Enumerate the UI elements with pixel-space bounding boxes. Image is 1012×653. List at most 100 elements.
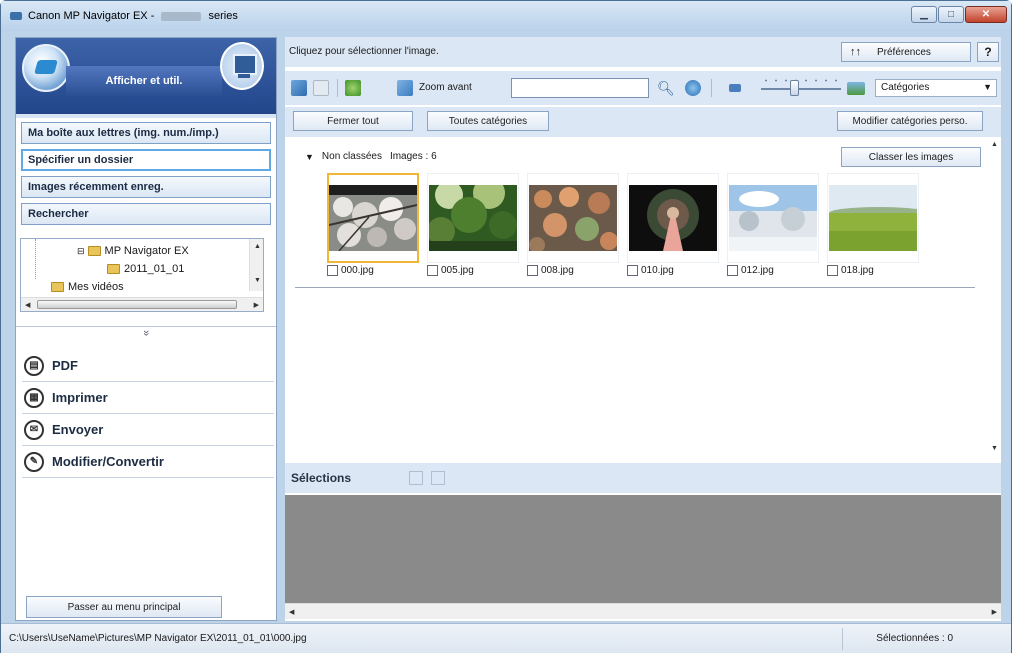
- scroll-right-icon[interactable]: ▶: [254, 301, 259, 309]
- navigator-logo-icon[interactable]: [22, 44, 70, 92]
- scroll-up-icon[interactable]: ▲: [254, 243, 261, 250]
- tree-node-date-folder[interactable]: 2011_01_01: [107, 263, 184, 275]
- selections-horizontal-scrollbar[interactable]: ◀ ▶: [285, 603, 1001, 619]
- thumbnail-card[interactable]: 005.jpg: [427, 173, 519, 283]
- nav-item-recent-images[interactable]: Images récemment enreg.: [21, 176, 271, 198]
- expand-chevron-icon[interactable]: »: [140, 330, 152, 336]
- nav-item-specify-folder[interactable]: Spécifier un dossier: [21, 149, 271, 171]
- thumbnail-vertical-scrollbar[interactable]: ▲ ▼: [987, 137, 1001, 457]
- group-count: Images : 6: [389, 151, 437, 162]
- thumbnail-checkbox[interactable]: [627, 265, 638, 276]
- title-bar[interactable]: Canon MP Navigator EX - series ▁ □ ✕: [1, 1, 1011, 31]
- chevron-down-icon: ▼: [983, 82, 992, 92]
- thumbnail-checkbox[interactable]: [327, 265, 338, 276]
- thumbnail-frame[interactable]: [427, 173, 519, 263]
- image-filename: 010.jpg: [641, 265, 674, 276]
- category-select[interactable]: Catégories ▼: [875, 79, 997, 97]
- thumbnail-checkbox[interactable]: [427, 265, 438, 276]
- help-button[interactable]: ?: [977, 42, 999, 62]
- thumbnail-card[interactable]: 012.jpg: [727, 173, 819, 283]
- thumbnail-frame[interactable]: [327, 173, 419, 263]
- forest-thumbnail: [429, 185, 517, 251]
- select-grid-icon[interactable]: [409, 471, 423, 485]
- group-name: Non classées: [321, 151, 382, 162]
- scroll-down-icon[interactable]: ▼: [254, 277, 261, 284]
- zoom-in-label[interactable]: Zoom avant: [419, 82, 472, 93]
- window-controls: ▁ □ ✕: [911, 6, 1007, 23]
- collapse-grip[interactable]: »: [16, 326, 276, 344]
- image-filename: 008.jpg: [541, 265, 574, 276]
- thumbnail-checkbox[interactable]: [727, 265, 738, 276]
- refresh-icon[interactable]: [685, 80, 701, 96]
- select-single-icon[interactable]: [431, 471, 445, 485]
- thumbnail-frame[interactable]: [727, 173, 819, 263]
- nav-item-search[interactable]: Rechercher: [21, 203, 271, 225]
- edit-categories-button[interactable]: Modifier catégories perso.: [837, 111, 983, 131]
- tree-vertical-scrollbar[interactable]: ▲ ▼: [249, 239, 263, 291]
- sidebar: Afficher et util. Ma boîte aux lettres (…: [15, 37, 277, 621]
- image-correct-icon[interactable]: [345, 80, 361, 96]
- search-input[interactable]: [511, 78, 649, 98]
- thumbnail-card[interactable]: 000.jpg: [327, 173, 419, 283]
- selections-area[interactable]: [285, 495, 1001, 603]
- scroll-left-icon[interactable]: ◀: [25, 301, 30, 309]
- mail-icon: ✉: [24, 419, 44, 440]
- action-pdf[interactable]: ▤ PDF: [22, 350, 274, 382]
- tree-node-videos[interactable]: Mes vidéos: [51, 281, 124, 293]
- thumbnail-card[interactable]: 010.jpg: [627, 173, 719, 283]
- search-icon[interactable]: 🔍︎: [657, 80, 675, 96]
- thumbnail-card[interactable]: 008.jpg: [527, 173, 619, 283]
- thumbnail-label: 018.jpg: [827, 265, 874, 276]
- all-categories-button[interactable]: Toutes catégories: [427, 111, 549, 131]
- thumbnail-frame[interactable]: [627, 173, 719, 263]
- thumbnail-checkbox[interactable]: [527, 265, 538, 276]
- autumn-leaves-thumbnail: [529, 185, 617, 251]
- main-menu-button[interactable]: Passer au menu principal: [26, 596, 222, 618]
- status-file-path: C:\Users\UseName\Pictures\MP Navigator E…: [9, 633, 307, 644]
- scrollbar-thumb[interactable]: [37, 300, 237, 309]
- thumbnail-card[interactable]: 018.jpg: [827, 173, 919, 283]
- close-button[interactable]: ✕: [965, 6, 1007, 23]
- close-all-button[interactable]: Fermer tout: [293, 111, 413, 131]
- slider-thumb[interactable]: [790, 80, 799, 96]
- collapse-triangle-icon[interactable]: ▼: [305, 152, 314, 162]
- thumbnail-frame[interactable]: [527, 173, 619, 263]
- thumbnail-frame[interactable]: [827, 173, 919, 263]
- group-header[interactable]: ▼ Non classées Images : 6: [305, 151, 437, 162]
- action-print[interactable]: ▦ Imprimer: [22, 382, 274, 414]
- maximize-button[interactable]: □: [938, 6, 964, 23]
- image-filename: 005.jpg: [441, 265, 474, 276]
- status-selected-count: Sélectionnées : 0: [876, 633, 953, 644]
- action-send[interactable]: ✉ Envoyer: [22, 414, 274, 446]
- tree-node-label: Mes vidéos: [68, 281, 124, 293]
- zoom-in-icon[interactable]: [397, 80, 413, 96]
- thumbnail-label: 010.jpg: [627, 265, 674, 276]
- scroll-left-icon[interactable]: ◀: [289, 608, 294, 616]
- minimize-button[interactable]: ▁: [911, 6, 937, 23]
- tunnel-thumbnail: [629, 185, 717, 251]
- tree-horizontal-scrollbar[interactable]: ◀ ▶: [21, 297, 263, 311]
- instruction-text: Cliquez pour sélectionner l'image.: [289, 46, 439, 57]
- thumbnail-label: 005.jpg: [427, 265, 474, 276]
- scroll-right-icon[interactable]: ▶: [992, 608, 997, 616]
- preferences-button[interactable]: ↑↑ Préférences: [841, 42, 971, 62]
- thumbnail-view-icon[interactable]: [291, 80, 307, 96]
- classify-images-button[interactable]: Classer les images: [841, 147, 981, 167]
- tree-node-label: 2011_01_01: [124, 263, 185, 275]
- action-edit-convert[interactable]: ✎ Modifier/Convertir: [22, 446, 274, 478]
- thumbnail-checkbox[interactable]: [827, 265, 838, 276]
- tree-line: [35, 239, 36, 279]
- monitor-icon: [220, 42, 264, 90]
- list-view-icon[interactable]: [313, 80, 329, 96]
- scroll-up-icon[interactable]: ▲: [991, 141, 998, 148]
- tree-node-mp-navigator[interactable]: ⊟ MP Navigator EX: [77, 245, 189, 257]
- image-filename: 018.jpg: [841, 265, 874, 276]
- category-select-value: Catégories: [881, 82, 930, 93]
- scroll-down-icon[interactable]: ▼: [991, 445, 998, 452]
- action-list: ▤ PDF ▦ Imprimer ✉ Envoyer ✎ Modifier/Co…: [22, 350, 274, 478]
- collapse-toggle-icon[interactable]: ⊟: [77, 246, 85, 257]
- thumbnail-size-slider[interactable]: [761, 88, 841, 90]
- nav-item-mailbox[interactable]: Ma boîte aux lettres (img. num./imp.): [21, 122, 271, 144]
- folder-tree[interactable]: ⊟ MP Navigator EX 2011_01_01 Mes vidéos …: [20, 238, 264, 312]
- toolbar: Zoom avant 🔍︎ Catégories ▼: [285, 71, 1001, 105]
